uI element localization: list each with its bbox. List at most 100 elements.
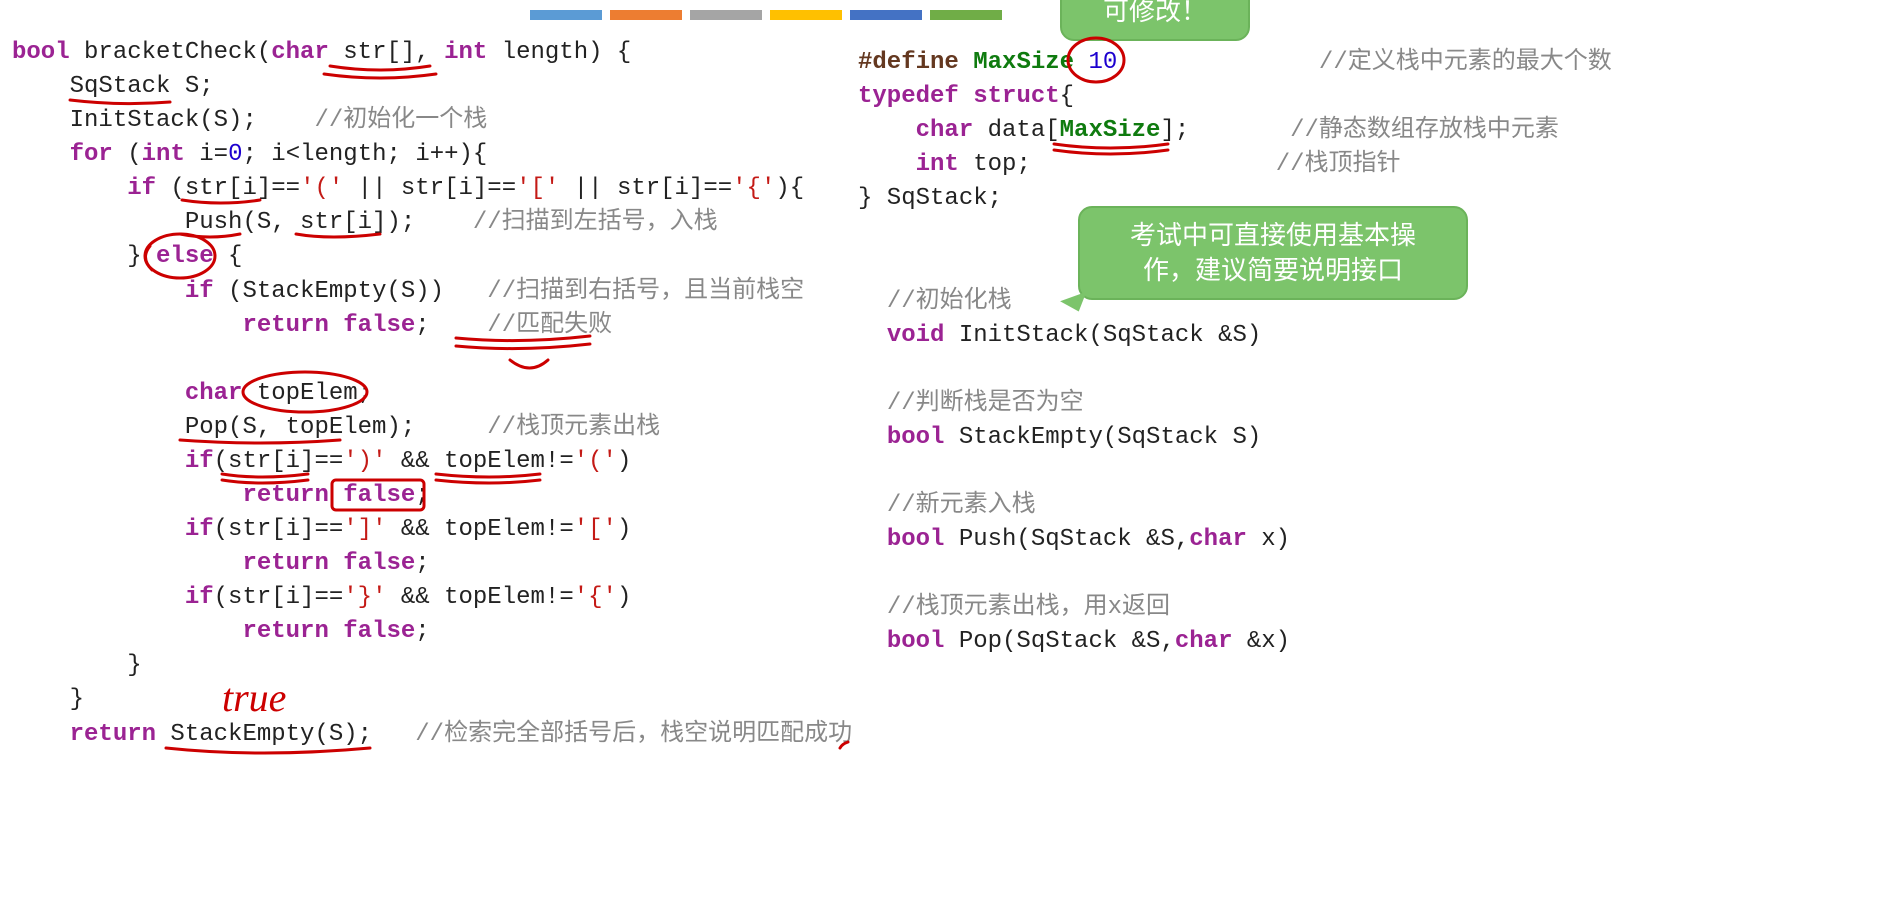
t: Push(S, str[i]); [12, 209, 473, 236]
t: '{' [732, 175, 775, 202]
tab-4 [770, 10, 842, 20]
t [12, 141, 70, 168]
t: false [343, 312, 415, 339]
t [12, 448, 185, 475]
t [12, 516, 185, 543]
t [12, 618, 242, 645]
t: || str[i]== [559, 175, 732, 202]
t: return [70, 721, 156, 748]
t: return [242, 482, 328, 509]
t: struct [973, 83, 1059, 110]
t: char [1175, 628, 1233, 655]
t: #define [858, 49, 959, 76]
tab-5 [850, 10, 922, 20]
t: ; [415, 618, 429, 645]
t: && topElem!= [386, 448, 573, 475]
t [329, 482, 343, 509]
t [329, 618, 343, 645]
t: MaxSize [973, 49, 1074, 76]
t: ) [617, 516, 631, 543]
t: char [185, 380, 243, 407]
t: '(' [300, 175, 343, 202]
t: topElem; [242, 380, 372, 407]
t: //扫描到右括号，且当前栈空 [487, 278, 804, 305]
t: } SqStack; [858, 185, 1002, 212]
t: 10 [1088, 49, 1117, 76]
t [329, 312, 343, 339]
t [12, 312, 242, 339]
t: ; [415, 312, 487, 339]
t: if [185, 448, 214, 475]
t [1074, 49, 1088, 76]
t: } [12, 686, 84, 713]
t: '[' [516, 175, 559, 202]
t: ) [617, 584, 631, 611]
t: ']' [343, 516, 386, 543]
t: char [916, 117, 974, 144]
t: top; [959, 151, 1031, 178]
t: if [127, 175, 156, 202]
t: char [1189, 526, 1247, 553]
t: MaxSize [1060, 117, 1161, 144]
t [12, 380, 185, 407]
t: str[], [329, 39, 444, 66]
slide: 可修改！ 考试中可直接使用基本操 作，建议简要说明接口 true bool br… [0, 0, 1881, 899]
t: //定义栈中元素的最大个数 [1319, 49, 1612, 76]
t [12, 550, 242, 577]
t: return [242, 312, 328, 339]
t: ){ [775, 175, 804, 202]
t: int [444, 39, 487, 66]
t: Pop(S, topElem); [12, 414, 487, 441]
t: { [1060, 83, 1074, 110]
t: for [70, 141, 113, 168]
tab-3 [690, 10, 762, 20]
t: //初始化栈 [887, 288, 1012, 315]
t: //栈顶指针 [1276, 151, 1401, 178]
t: { [214, 243, 243, 270]
t: && topElem!= [386, 516, 573, 543]
t: if [185, 278, 214, 305]
t: x) [1247, 526, 1290, 553]
t: void [887, 322, 945, 349]
t: ) [617, 448, 631, 475]
t: (str[i]== [214, 584, 344, 611]
t: ; [415, 482, 429, 509]
section-color-tabs [530, 10, 1002, 20]
t: bool [887, 424, 945, 451]
t: bracketCheck( [70, 39, 272, 66]
t [12, 175, 127, 202]
t: bool [887, 526, 945, 553]
t: //新元素入栈 [887, 492, 1036, 519]
t: data[ [973, 117, 1059, 144]
t: false [343, 550, 415, 577]
t: //静态数组存放栈中元素 [1290, 117, 1559, 144]
t [959, 49, 973, 76]
t [959, 83, 973, 110]
t: return [242, 550, 328, 577]
t: (str[i]== [214, 448, 344, 475]
t: typedef [858, 83, 959, 110]
t: //栈顶元素出栈 [487, 414, 660, 441]
t: '{' [574, 584, 617, 611]
t: if [185, 584, 214, 611]
t: false [343, 482, 415, 509]
t: &x) [1232, 628, 1290, 655]
callout-top: 可修改！ [1060, 0, 1250, 41]
t: ')' [343, 448, 386, 475]
t [12, 721, 70, 748]
t [12, 278, 185, 305]
t: 0 [228, 141, 242, 168]
t: ; [415, 550, 429, 577]
t: } [12, 652, 142, 679]
t: bool [12, 39, 70, 66]
t: //判断栈是否为空 [887, 390, 1084, 417]
t: return [242, 618, 328, 645]
t: StackEmpty(S); [156, 721, 415, 748]
code-right: #define MaxSize 10 //定义栈中元素的最大个数 typedef… [858, 46, 1612, 659]
t: (str[i]== [214, 516, 344, 543]
t: i= [185, 141, 228, 168]
t: ( [113, 141, 142, 168]
t [858, 151, 916, 178]
t [858, 117, 916, 144]
callout-top-text: 可修改！ [1103, 0, 1207, 26]
